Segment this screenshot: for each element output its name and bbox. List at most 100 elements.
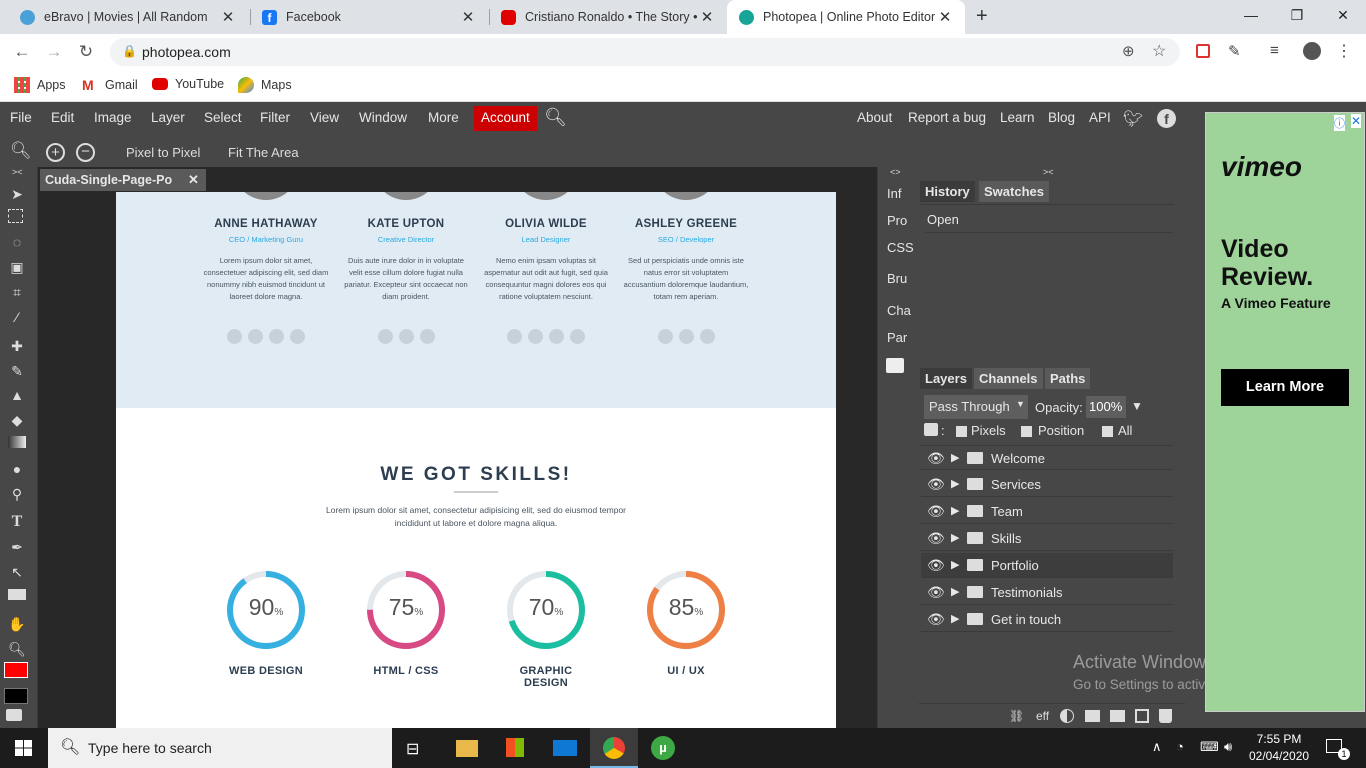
tab-swatches[interactable]: Swatches (979, 181, 1049, 202)
healing-brush-icon[interactable]: ✚ (8, 337, 26, 355)
menu-more[interactable]: More (428, 110, 459, 125)
menu-about[interactable]: About (857, 110, 892, 125)
reload-icon[interactable]: ↻ (74, 41, 98, 63)
layer-mask-icon[interactable] (1085, 710, 1100, 722)
lock-position-checkbox[interactable] (1021, 426, 1032, 437)
show-hidden-icons[interactable]: ∧ (1152, 739, 1162, 755)
collapse-panels-icon[interactable]: >< (1043, 167, 1054, 177)
dodge-tool-icon[interactable]: ⚲ (8, 485, 26, 503)
facebook-icon[interactable]: f (1157, 109, 1176, 128)
chrome-menu-icon[interactable]: ⋮ (1336, 41, 1352, 61)
panel-properties-button[interactable]: Pro (887, 213, 907, 228)
close-tab-icon[interactable]: ✕ (699, 8, 715, 26)
lasso-tool-icon[interactable]: ◌ (8, 233, 26, 251)
bookmark-maps[interactable]: Maps (238, 77, 292, 93)
layer-effects-button[interactable]: eff (1036, 709, 1049, 723)
quick-mask-icon[interactable] (6, 709, 22, 721)
close-tab-icon[interactable]: ✕ (220, 8, 236, 26)
close-document-icon[interactable]: ✕ (188, 172, 199, 188)
layer-row-selected[interactable]: 👁︎ ▶ Portfolio (921, 553, 1173, 578)
back-icon[interactable]: ← (10, 41, 34, 63)
omnibox[interactable]: 🔒 photopea.com ⊕ ☆ (110, 38, 1180, 66)
tab-paths[interactable]: Paths (1045, 368, 1091, 389)
tab-layers[interactable]: Layers (920, 368, 972, 389)
browser-tab-active[interactable]: Photopea | Online Photo Editor ✕ (727, 0, 965, 34)
ad-info-icon[interactable]: ⓘ (1334, 115, 1345, 131)
menu-view[interactable]: View (310, 110, 339, 125)
expand-arrow-icon[interactable]: ▶ (951, 504, 959, 517)
opacity-input[interactable]: 100% (1086, 396, 1126, 418)
menu-image[interactable]: Image (94, 110, 132, 125)
search-icon[interactable]: 🔍︎ (544, 107, 567, 128)
forward-icon[interactable]: → (42, 41, 66, 63)
browser-tab[interactable]: eBravo | Movies | All Random ✕ (8, 0, 248, 34)
menu-blog[interactable]: Blog (1048, 110, 1075, 125)
delete-layer-icon[interactable] (1159, 709, 1172, 723)
expand-arrow-icon[interactable]: ▶ (951, 585, 959, 598)
mail-icon[interactable] (553, 740, 577, 756)
zoom-icon[interactable]: ⊕ (1122, 42, 1135, 60)
eye-icon[interactable]: 👁︎ (927, 611, 945, 628)
eye-icon[interactable]: 👁︎ (927, 476, 945, 493)
pen-tool-icon[interactable]: ✒ (8, 538, 26, 556)
profile-icon[interactable] (1303, 42, 1321, 60)
bookmark-gmail[interactable]: M Gmail (82, 77, 138, 93)
close-tab-icon[interactable]: ✕ (460, 8, 476, 26)
menu-window[interactable]: Window (359, 110, 407, 125)
stamp-tool-icon[interactable]: ▲ (8, 386, 26, 404)
path-select-icon[interactable]: ↖ (8, 563, 26, 581)
menu-edit[interactable]: Edit (51, 110, 74, 125)
zoom-tool-icon[interactable]: 🔍︎ (8, 640, 26, 658)
adjustment-layer-icon[interactable] (1060, 709, 1074, 723)
tab-history[interactable]: History (920, 181, 975, 202)
new-folder-icon[interactable] (1110, 710, 1125, 722)
menu-report-bug[interactable]: Report a bug (908, 110, 986, 125)
shape-tool-icon[interactable] (8, 589, 26, 600)
star-icon[interactable]: ☆ (1152, 41, 1166, 61)
new-tab-icon[interactable]: + (976, 5, 988, 28)
history-item[interactable]: Open (925, 209, 1173, 233)
expand-arrow-icon[interactable]: ▶ (951, 477, 959, 490)
eyedropper-icon[interactable]: ⁄ (8, 308, 26, 326)
eye-icon[interactable]: 👁︎ (927, 584, 945, 601)
media-control-icon[interactable]: ≡ (1270, 42, 1279, 59)
panel-brush-button[interactable]: Bru (887, 271, 907, 286)
document-tab[interactable]: Cuda-Single-Page-Po ✕ (40, 169, 206, 191)
lock-all-checkbox[interactable] (1102, 426, 1113, 437)
ad-close-icon[interactable]: ✕ (1351, 114, 1362, 128)
extension-icon[interactable] (1196, 44, 1210, 58)
learn-more-button[interactable]: Learn More (1221, 369, 1349, 406)
eye-icon[interactable]: 👁︎ (927, 450, 945, 467)
gradient-tool-icon[interactable] (8, 436, 26, 448)
expand-arrow-icon[interactable]: ▶ (951, 531, 959, 544)
panel-character-button[interactable]: Cha (887, 303, 911, 318)
volume-icon[interactable]: 🔊︎ (1224, 739, 1232, 755)
minimize-icon[interactable]: — (1228, 0, 1274, 30)
layer-row[interactable]: 👁︎ ▶ Get in touch (921, 607, 1173, 632)
language-icon[interactable]: ⌨ (1200, 739, 1219, 755)
image-icon[interactable] (886, 358, 904, 373)
expand-panels-icon[interactable]: <> (890, 167, 901, 177)
layer-row[interactable]: 👁︎ ▶ Welcome (921, 445, 1173, 470)
windows-start-icon[interactable] (15, 740, 32, 756)
extension-pen-icon[interactable]: ✎ (1228, 42, 1241, 60)
twitter-icon[interactable]: 🐦︎ (1123, 109, 1143, 129)
menu-api[interactable]: API (1089, 110, 1111, 125)
lock-pixels-checkbox[interactable] (956, 426, 967, 437)
marquee-tool-icon[interactable] (8, 209, 23, 223)
advertisement[interactable]: ⓘ ✕ vimeo Video Review. A Vimeo Feature … (1205, 112, 1365, 712)
utorrent-icon[interactable]: µ (651, 736, 675, 760)
browser-tab[interactable]: f Facebook ✕ (250, 0, 488, 34)
store-icon[interactable] (506, 738, 524, 757)
expand-arrow-icon[interactable]: ▶ (951, 558, 959, 571)
menu-learn[interactable]: Learn (1000, 110, 1035, 125)
expand-arrow-icon[interactable]: ▶ (951, 451, 959, 464)
zoom-out-icon[interactable]: − (76, 143, 95, 162)
eraser-tool-icon[interactable]: ◆ (8, 411, 26, 429)
layer-row[interactable]: 👁︎ ▶ Skills (921, 526, 1173, 551)
panel-css-button[interactable]: CSS (887, 240, 914, 255)
chrome-taskbar-button[interactable] (590, 728, 638, 768)
menu-file[interactable]: File (10, 110, 32, 125)
file-explorer-icon[interactable] (456, 740, 478, 757)
background-color-swatch[interactable] (4, 688, 28, 704)
